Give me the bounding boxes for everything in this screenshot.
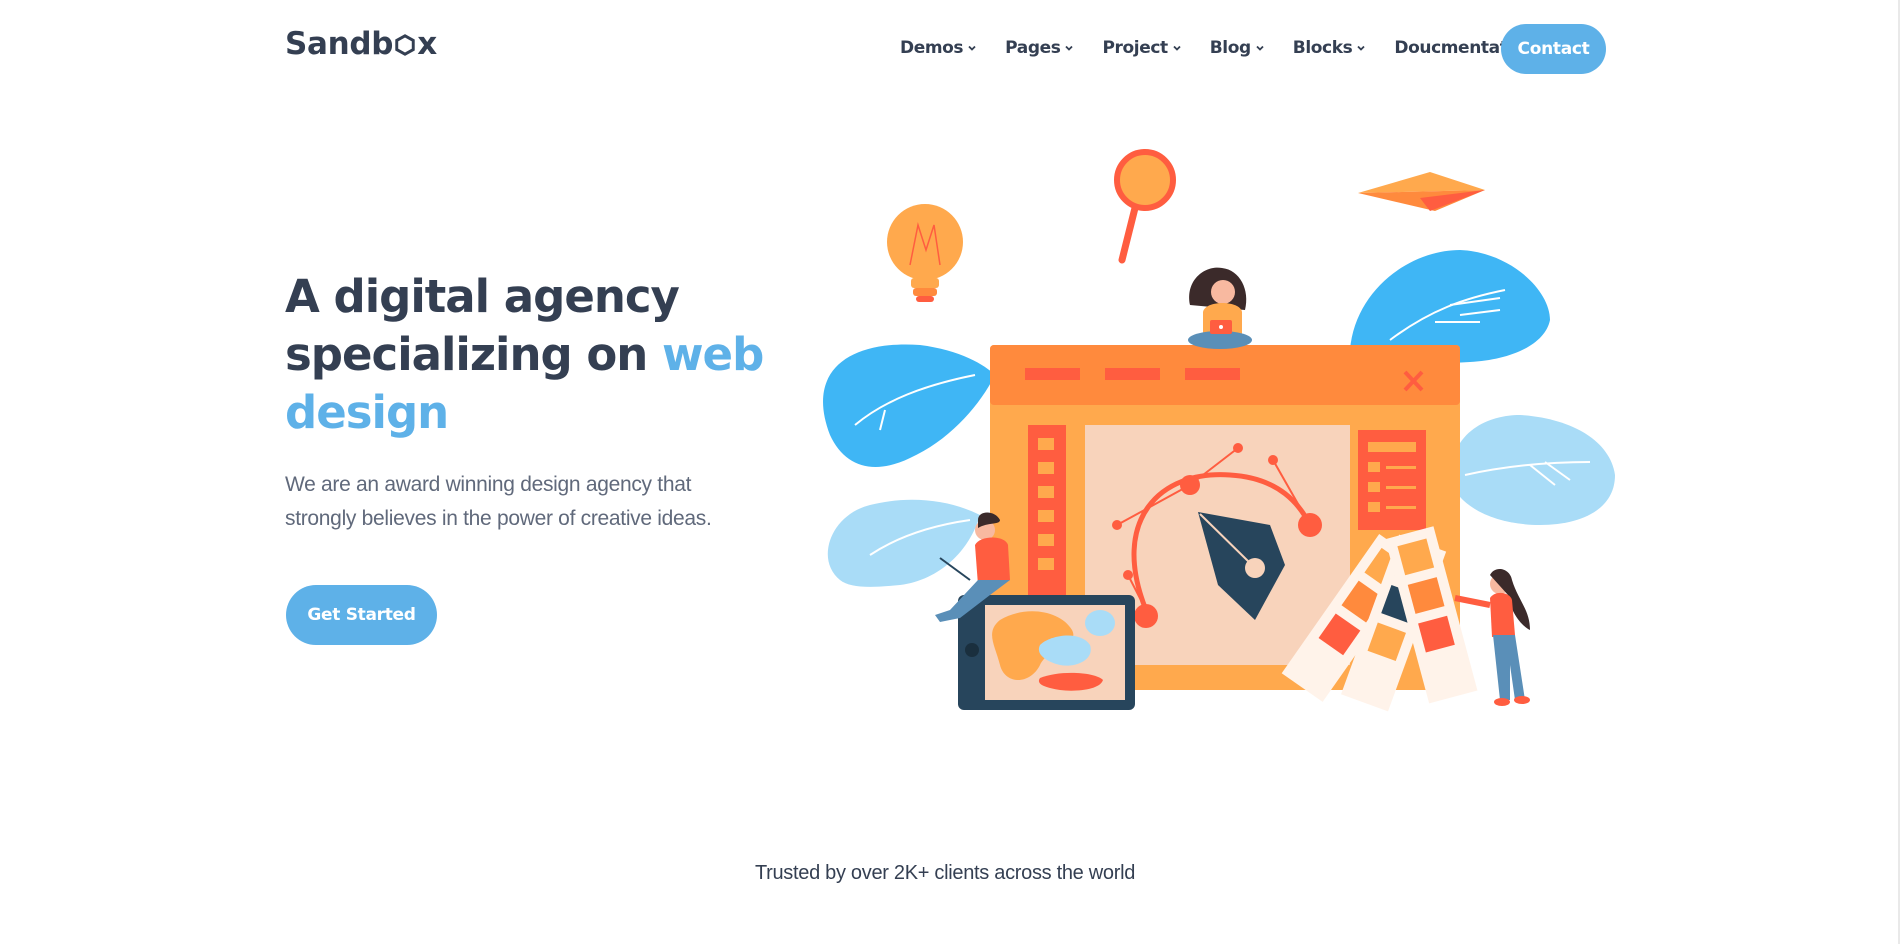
nav-item-label: Blocks [1292,38,1353,58]
leaf-left-blue [823,344,995,467]
hero-title-main: A digital agency specializing on [285,270,680,381]
chevron-down-icon [1173,45,1181,51]
hero-illustration [823,149,1615,712]
nav-item-project[interactable]: Project [1102,38,1181,58]
trusted-by-text: Trusted by over 2K+ clients across the w… [754,862,1136,884]
leaf-left-light [827,499,980,587]
chevron-down-icon [1256,45,1264,51]
nav-item-label: Project [1102,38,1168,58]
nav-item-label: Pages [1005,38,1061,58]
navbar: Sandb x Demos Pages Project Blog Blocks D… [0,0,1900,98]
chevron-down-icon [968,45,976,51]
nav-item-label: Blog [1209,38,1251,58]
person-on-window [1188,267,1252,349]
brand-name-part1: Sandb [285,26,394,62]
chevron-down-icon [1065,45,1074,51]
leaf-right-light [1450,415,1615,525]
main-nav: Demos Pages Project Blog Blocks Doucment… [900,38,1578,58]
contact-button[interactable]: Contact [1501,24,1606,74]
hero-lead: We are an award winning design agency th… [285,473,712,530]
nav-item-blocks[interactable]: Blocks [1293,38,1367,58]
brand-name-part2: x [417,26,437,62]
get-started-button[interactable]: Get Started [286,585,437,645]
nav-item-label: Demos [900,38,964,58]
chevron-down-icon [1357,45,1366,51]
logo-hex-icon [395,34,415,56]
brand-logo[interactable]: Sandb x [285,26,437,62]
magnifier-icon [1114,149,1176,264]
paper-plane-icon [1358,172,1485,211]
lightbulb-icon [887,204,963,302]
hero-title: A digital agency specializing on web des… [285,268,765,442]
nav-item-demos[interactable]: Demos [900,38,977,58]
nav-item-pages[interactable]: Pages [1005,38,1074,58]
nav-item-blog[interactable]: Blog [1210,38,1265,58]
